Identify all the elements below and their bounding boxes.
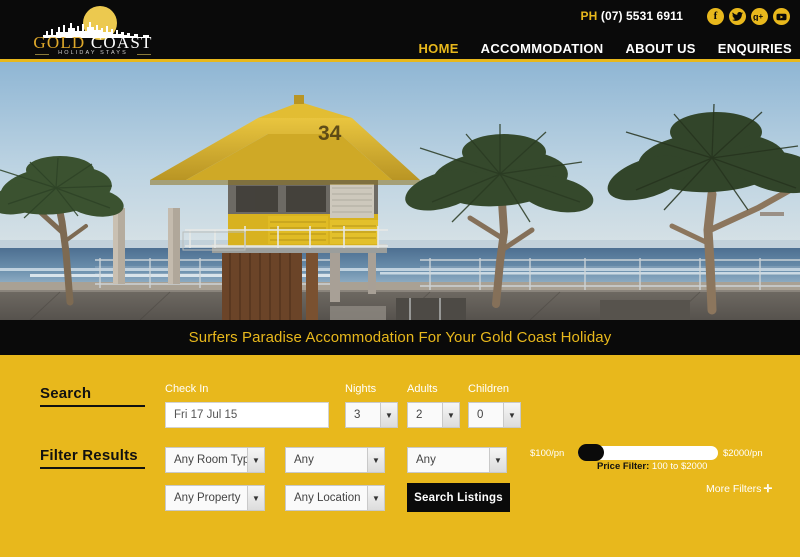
nav-item-accommodation[interactable]: ACCOMMODATION (481, 41, 604, 56)
filter-heading-rule (40, 467, 145, 469)
price-slider-handle[interactable] (578, 444, 604, 461)
nav-item-enquiries[interactable]: ENQUIRIES (718, 41, 792, 56)
hero-tagline-text: Surfers Paradise Accommodation For Your … (188, 329, 612, 346)
site-header: GOLD COAST HOLIDAY STAYS PH (07) 5531 69… (0, 0, 800, 62)
page-root: GOLD COAST HOLIDAY STAYS PH (07) 5531 69… (0, 0, 800, 560)
chevron-down-icon: ▼ (247, 448, 264, 472)
chevron-down-icon: ▼ (367, 486, 384, 510)
tower-number-label: 34 (318, 122, 342, 145)
nights-value: 3 (354, 409, 361, 421)
logo-wordmark: GOLD COAST (33, 34, 153, 51)
chevron-down-icon: ▼ (367, 448, 384, 472)
logo-subtitle: HOLIDAY STAYS (33, 50, 153, 56)
nav-item-about-us[interactable]: ABOUT US (625, 41, 695, 56)
social-links: f g + (707, 8, 790, 25)
price-filter-value: 100 to $2000 (651, 461, 708, 472)
location-value: Any Location (294, 492, 361, 504)
filter-section-title: Filter Results (40, 447, 145, 469)
checkin-input[interactable]: Fri 17 Jul 15 (165, 402, 329, 428)
phone-digits: (07) 5531 6911 (600, 9, 683, 23)
adults-label: Adults (407, 383, 438, 395)
children-value: 0 (477, 409, 484, 421)
nights-select[interactable]: 3 ▼ (345, 402, 398, 428)
facebook-icon[interactable]: f (707, 8, 724, 25)
search-section-title: Search (40, 385, 145, 407)
children-select[interactable]: 0 ▼ (468, 402, 521, 428)
googleplus-icon[interactable]: g + (751, 8, 768, 25)
phone-label: PH (580, 9, 598, 23)
chevron-down-icon: ▼ (380, 403, 397, 427)
adults-value: 2 (416, 409, 423, 421)
price-max-label: $2000/pn (723, 448, 763, 459)
nights-label: Nights (345, 383, 377, 395)
hero-image: 34 (0, 62, 800, 320)
chevron-down-icon: ▼ (442, 403, 459, 427)
room-type-value: Any Room Type (174, 454, 247, 466)
search-filter-panel: Search Filter Results Check In Nights Ad… (0, 358, 800, 557)
search-heading-text: Search (40, 385, 92, 402)
plus-icon: ✛ (763, 483, 773, 495)
search-heading-rule (40, 405, 145, 407)
price-filter-caption: Price Filter: 100 to $2000 (597, 461, 707, 472)
property-value: Any Property (174, 492, 241, 504)
chevron-down-icon: ▼ (489, 448, 506, 472)
filter-any-select-1[interactable]: Any ▼ (285, 447, 385, 473)
location-select[interactable]: Any Location ▼ (285, 485, 385, 511)
nav-item-home[interactable]: HOME (418, 41, 458, 56)
room-type-select[interactable]: Any Room Type ▼ (165, 447, 265, 473)
svg-text:+: + (759, 12, 764, 21)
main-navigation: HOME ACCOMMODATION ABOUT US ENQUIRIES (418, 41, 792, 56)
checkin-label: Check In (165, 383, 209, 395)
filter-any-value-1: Any (294, 454, 314, 466)
filter-any-value-2: Any (416, 454, 436, 466)
children-label: Children (468, 383, 509, 395)
twitter-icon[interactable] (729, 8, 746, 25)
more-filters-label: More Filters (706, 483, 762, 495)
hero-illustration: 34 (0, 62, 800, 320)
chevron-down-icon: ▼ (247, 486, 264, 510)
filter-heading-text: Filter Results (40, 447, 138, 464)
hero-tagline-bar: Surfers Paradise Accommodation For Your … (0, 320, 800, 358)
adults-select[interactable]: 2 ▼ (407, 402, 460, 428)
more-filters-link[interactable]: More Filters ✛ (706, 483, 772, 495)
phone-number[interactable]: PH (07) 5531 6911 (581, 9, 683, 23)
price-filter-label: Price Filter: (597, 461, 650, 472)
chevron-down-icon: ▼ (503, 403, 520, 427)
filter-any-select-2[interactable]: Any ▼ (407, 447, 507, 473)
price-min-label: $100/pn (530, 448, 565, 459)
youtube-icon[interactable] (773, 8, 790, 25)
site-logo[interactable]: GOLD COAST HOLIDAY STAYS (33, 4, 153, 56)
search-listings-button[interactable]: Search Listings (407, 483, 510, 512)
property-select[interactable]: Any Property ▼ (165, 485, 265, 511)
